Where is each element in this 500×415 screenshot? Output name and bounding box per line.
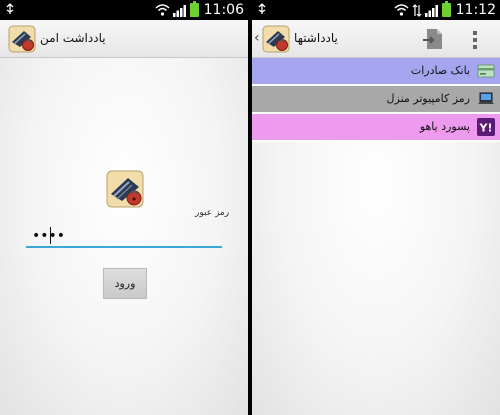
laptop-icon — [478, 92, 494, 104]
bank-card-icon — [477, 64, 495, 78]
login-button[interactable]: ورود — [103, 268, 147, 299]
note-item-bank[interactable]: بانک صادرات — [252, 58, 500, 86]
note-label: پسورد یاهو — [419, 120, 470, 133]
usb-icon — [258, 3, 266, 14]
svg-text:Y!: Y! — [479, 122, 493, 135]
status-clock: 11:12 — [455, 2, 496, 18]
login-button-label: ورود — [114, 277, 136, 290]
action-bar: یادداشت امن — [0, 20, 248, 58]
app-lock-icon — [8, 25, 36, 53]
status-clock: 11:06 — [203, 2, 244, 18]
status-bar: 11:12 — [252, 0, 500, 20]
usb-icon — [6, 3, 14, 14]
notes-list: بانک صادرات رمز کامپیوتر منزل پسورد یاهو… — [252, 58, 500, 142]
wifi-icon — [394, 4, 409, 16]
overflow-menu-icon[interactable] — [471, 29, 479, 51]
status-bar: 11:06 — [0, 0, 248, 20]
battery-icon — [441, 1, 451, 17]
yahoo-icon: Y! — [477, 118, 495, 136]
app-lock-icon[interactable] — [262, 25, 290, 53]
export-file-icon[interactable] — [422, 27, 444, 51]
note-item-home-computer[interactable]: رمز کامپیوتر منزل — [252, 86, 500, 114]
signal-icon — [172, 4, 186, 17]
battery-icon — [189, 1, 199, 17]
password-value: •••• — [32, 228, 66, 244]
login-screen: 11:06 یادداشت امن رمز عبور •••• ورود — [0, 0, 248, 415]
notes-list-screen: 11:12 ‹ یادداشتها بانک صادرات رمز کامپیو… — [252, 0, 500, 415]
note-label: بانک صادرات — [410, 64, 470, 77]
action-bar: ‹ یادداشتها — [252, 20, 500, 58]
signal-icon — [424, 4, 438, 17]
password-input[interactable]: •••• — [26, 226, 222, 248]
wifi-icon — [155, 4, 170, 16]
screen-title: یادداشتها — [294, 31, 338, 45]
text-caret — [50, 227, 51, 244]
data-transfer-icon — [412, 3, 422, 17]
back-chevron-icon[interactable]: ‹ — [254, 30, 260, 46]
note-label: رمز کامپیوتر منزل — [386, 92, 470, 105]
password-label: رمز عبور — [195, 208, 230, 218]
lock-notebook-icon — [106, 170, 144, 208]
app-title: یادداشت امن — [40, 31, 106, 45]
note-item-yahoo[interactable]: پسورد یاهو Y! — [252, 114, 500, 142]
